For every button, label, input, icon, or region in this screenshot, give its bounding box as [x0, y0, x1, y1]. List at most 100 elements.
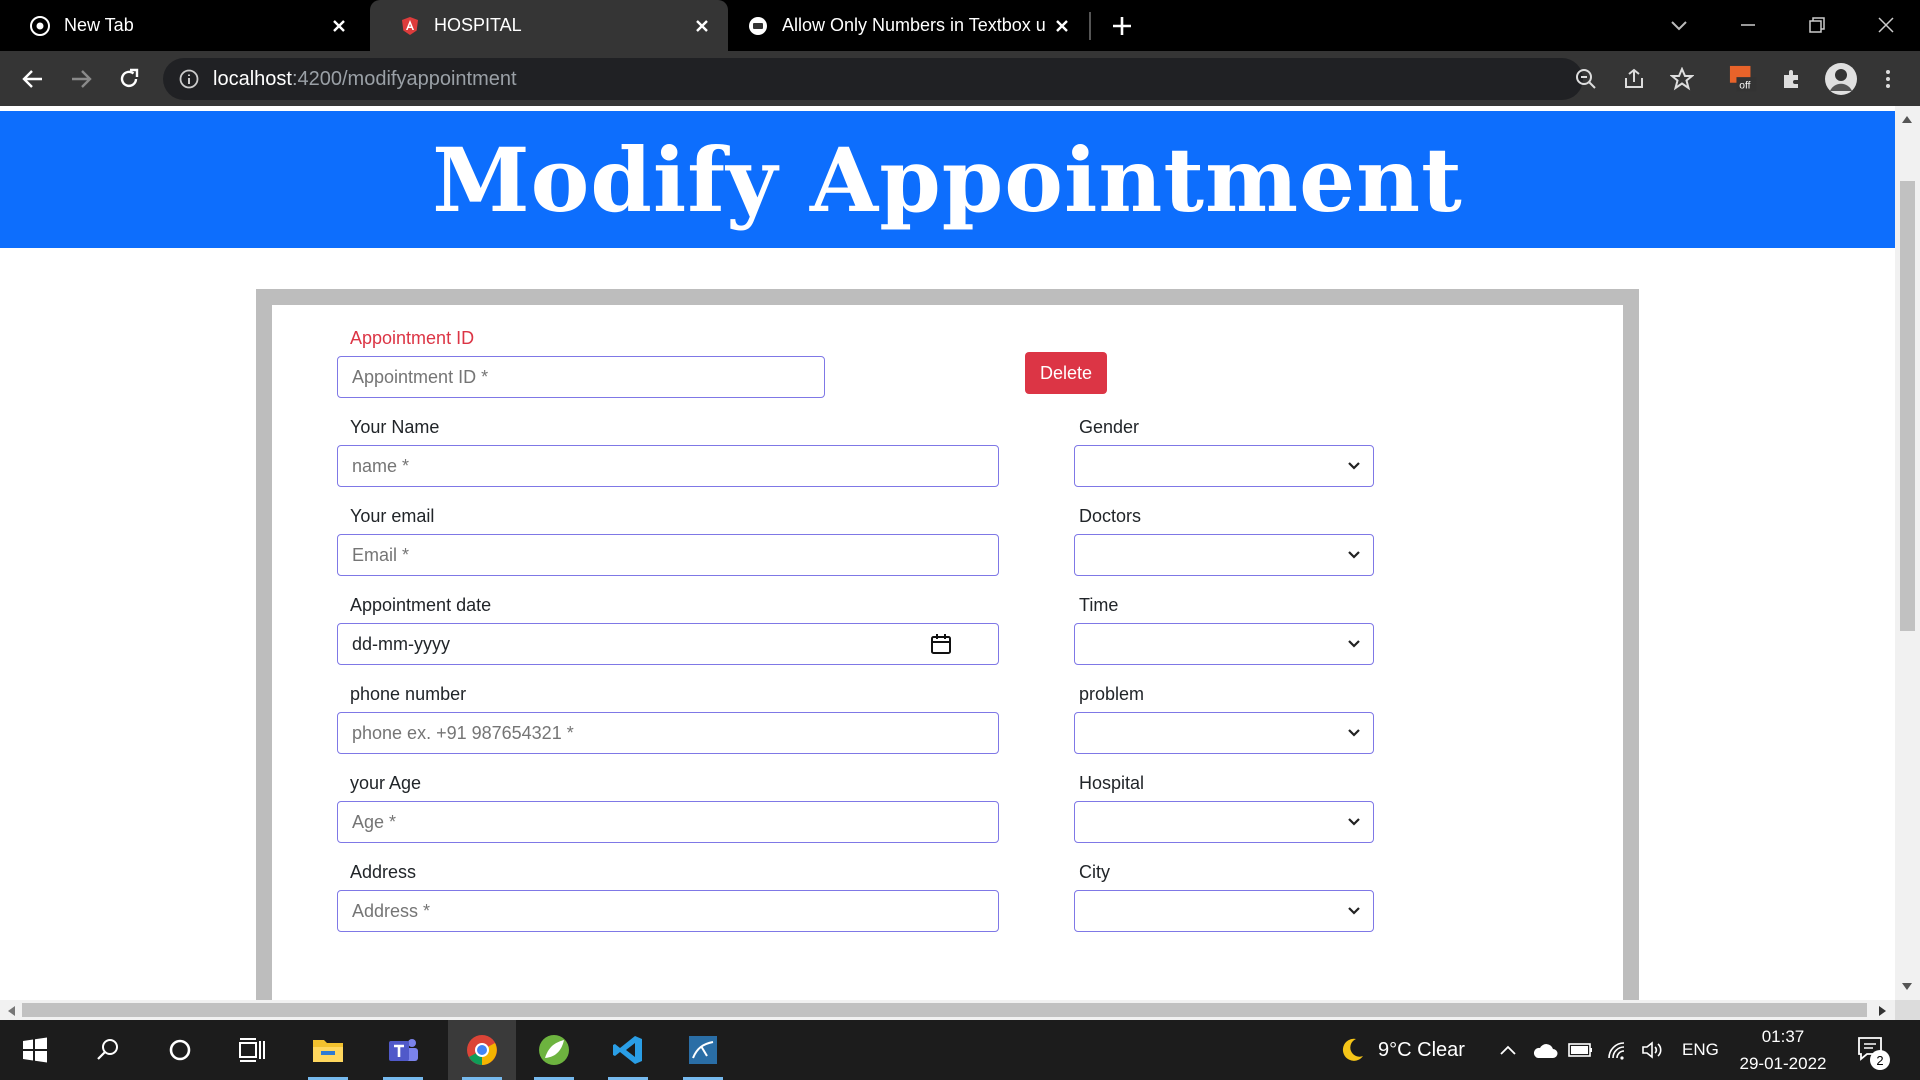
- star-icon: [1670, 67, 1694, 91]
- url-host: localhost: [213, 68, 292, 90]
- gender-select[interactable]: [1074, 445, 1374, 487]
- browser-tab-strip: New Tab HOSPITAL Allow Only Numbers in T…: [0, 0, 1920, 51]
- task-view-icon: [239, 1038, 265, 1062]
- extension-off-icon: off: [1729, 65, 1757, 91]
- tab-title: HOSPITAL: [434, 15, 522, 35]
- time-select[interactable]: [1074, 623, 1374, 665]
- spring-icon: [539, 1035, 569, 1065]
- start-button[interactable]: [5, 1020, 65, 1080]
- taskbar-vscode[interactable]: [598, 1020, 658, 1080]
- phone-label: phone number: [350, 684, 467, 704]
- taskbar-mysql-workbench[interactable]: [673, 1020, 733, 1080]
- horizontal-scroll-thumb[interactable]: [22, 1003, 1867, 1017]
- horizontal-scrollbar[interactable]: [0, 1000, 1895, 1020]
- bookmark-button[interactable]: [1668, 65, 1696, 93]
- name-input[interactable]: [337, 445, 999, 487]
- email-label: Your email: [350, 506, 435, 526]
- search-button[interactable]: [78, 1020, 138, 1080]
- scroll-down-icon: [1902, 983, 1912, 990]
- windows-taskbar: 9°C Clear ENG 01:37 29-01-2022 2: [0, 1020, 1920, 1080]
- share-button[interactable]: [1620, 65, 1648, 93]
- doctors-select[interactable]: [1074, 534, 1374, 576]
- show-hidden-icons-button[interactable]: [1497, 1020, 1519, 1080]
- mysql-workbench-icon: [689, 1036, 717, 1064]
- scroll-right-icon: [1879, 1006, 1886, 1016]
- vertical-scroll-thumb[interactable]: [1900, 181, 1915, 631]
- folder-icon: [313, 1040, 343, 1062]
- close-tab-icon[interactable]: [1050, 14, 1074, 38]
- extension-off-button[interactable]: off: [1729, 65, 1757, 93]
- close-icon: [1878, 17, 1894, 33]
- arrow-left-icon: [22, 70, 42, 88]
- date-format-text: dd-mm-yyyy: [352, 634, 450, 654]
- scrollbar-corner: [1895, 1000, 1920, 1020]
- appointment-date-input[interactable]: dd-mm-yyyy: [337, 623, 999, 665]
- back-button[interactable]: [19, 65, 47, 93]
- forward-button[interactable]: [67, 65, 95, 93]
- vertical-scrollbar[interactable]: [1895, 106, 1920, 1000]
- battery-button[interactable]: [1568, 1020, 1594, 1080]
- info-icon: [179, 69, 199, 89]
- page-banner: Modify Appointment: [0, 111, 1895, 248]
- volume-button[interactable]: [1640, 1020, 1666, 1080]
- taskbar-teams[interactable]: [373, 1020, 433, 1080]
- close-tab-icon[interactable]: [690, 14, 714, 38]
- phone-input[interactable]: [337, 712, 999, 754]
- window-close-button[interactable]: [1873, 12, 1899, 38]
- minimize-button[interactable]: [1735, 12, 1761, 38]
- notification-center-button[interactable]: 2: [1856, 1020, 1890, 1080]
- zoom-button[interactable]: [1572, 65, 1600, 93]
- url-text: localhost:4200/modifyappointment: [213, 68, 517, 91]
- scroll-left-icon: [8, 1006, 15, 1016]
- tab-new-tab[interactable]: New Tab: [0, 0, 365, 51]
- extensions-button[interactable]: [1778, 65, 1806, 93]
- browser-menu-button[interactable]: [1874, 65, 1902, 93]
- cloud-icon: [1533, 1044, 1558, 1058]
- scroll-up-icon: [1902, 116, 1912, 123]
- appointment-id-label: Appointment ID: [350, 328, 475, 348]
- tab-hospital[interactable]: HOSPITAL: [370, 0, 728, 51]
- onedrive-button[interactable]: [1532, 1020, 1558, 1080]
- address-bar[interactable]: localhost:4200/modifyappointment: [163, 58, 1583, 100]
- time-label: Time: [1079, 595, 1119, 615]
- language-indicator[interactable]: ENG: [1682, 1020, 1719, 1080]
- address-input[interactable]: [337, 890, 999, 932]
- age-input[interactable]: [337, 801, 999, 843]
- chevron-down-icon: [1348, 462, 1360, 470]
- tab-allow-only-numbers[interactable]: Allow Only Numbers in Textbox u: [733, 0, 1088, 51]
- name-label: Your Name: [350, 417, 440, 437]
- page-viewport: Modify Appointment Appointment ID Delete…: [0, 106, 1895, 1000]
- taskbar-chrome[interactable]: [448, 1020, 516, 1080]
- chrome-icon: [467, 1035, 497, 1065]
- clock-time: 01:37: [1761, 1027, 1805, 1046]
- tab-title: Allow Only Numbers in Textbox u: [782, 15, 1046, 35]
- age-label: your Age: [350, 773, 422, 793]
- chevron-down-icon: [1348, 551, 1360, 559]
- network-button[interactable]: [1606, 1020, 1632, 1080]
- taskbar-spring-tool[interactable]: [524, 1020, 584, 1080]
- new-tab-button[interactable]: [1108, 12, 1136, 40]
- profile-avatar[interactable]: [1824, 62, 1858, 96]
- weather-widget[interactable]: 9°C Clear: [1338, 1020, 1465, 1080]
- reload-button[interactable]: [115, 65, 143, 93]
- hospital-select[interactable]: [1074, 801, 1374, 843]
- delete-button[interactable]: Delete: [1025, 352, 1107, 394]
- restore-button[interactable]: [1804, 12, 1830, 38]
- taskbar-file-explorer[interactable]: [298, 1020, 358, 1080]
- chevron-down-icon: [1348, 818, 1360, 826]
- email-input[interactable]: [337, 534, 999, 576]
- problem-select[interactable]: [1074, 712, 1374, 754]
- clock[interactable]: 01:37 29-01-2022: [1733, 1020, 1833, 1080]
- doctors-label: Doctors: [1079, 506, 1142, 526]
- minimize-icon: [1741, 24, 1755, 26]
- appointment-id-input[interactable]: [337, 356, 825, 398]
- site-icon: [748, 16, 768, 36]
- tab-search-button[interactable]: [1666, 12, 1692, 38]
- cortana-button[interactable]: [150, 1020, 210, 1080]
- chevron-up-icon: [1500, 1045, 1516, 1055]
- puzzle-icon: [1784, 70, 1798, 88]
- city-select[interactable]: [1074, 890, 1374, 932]
- reload-icon: [120, 68, 139, 88]
- close-tab-icon[interactable]: [327, 14, 351, 38]
- task-view-button[interactable]: [222, 1020, 282, 1080]
